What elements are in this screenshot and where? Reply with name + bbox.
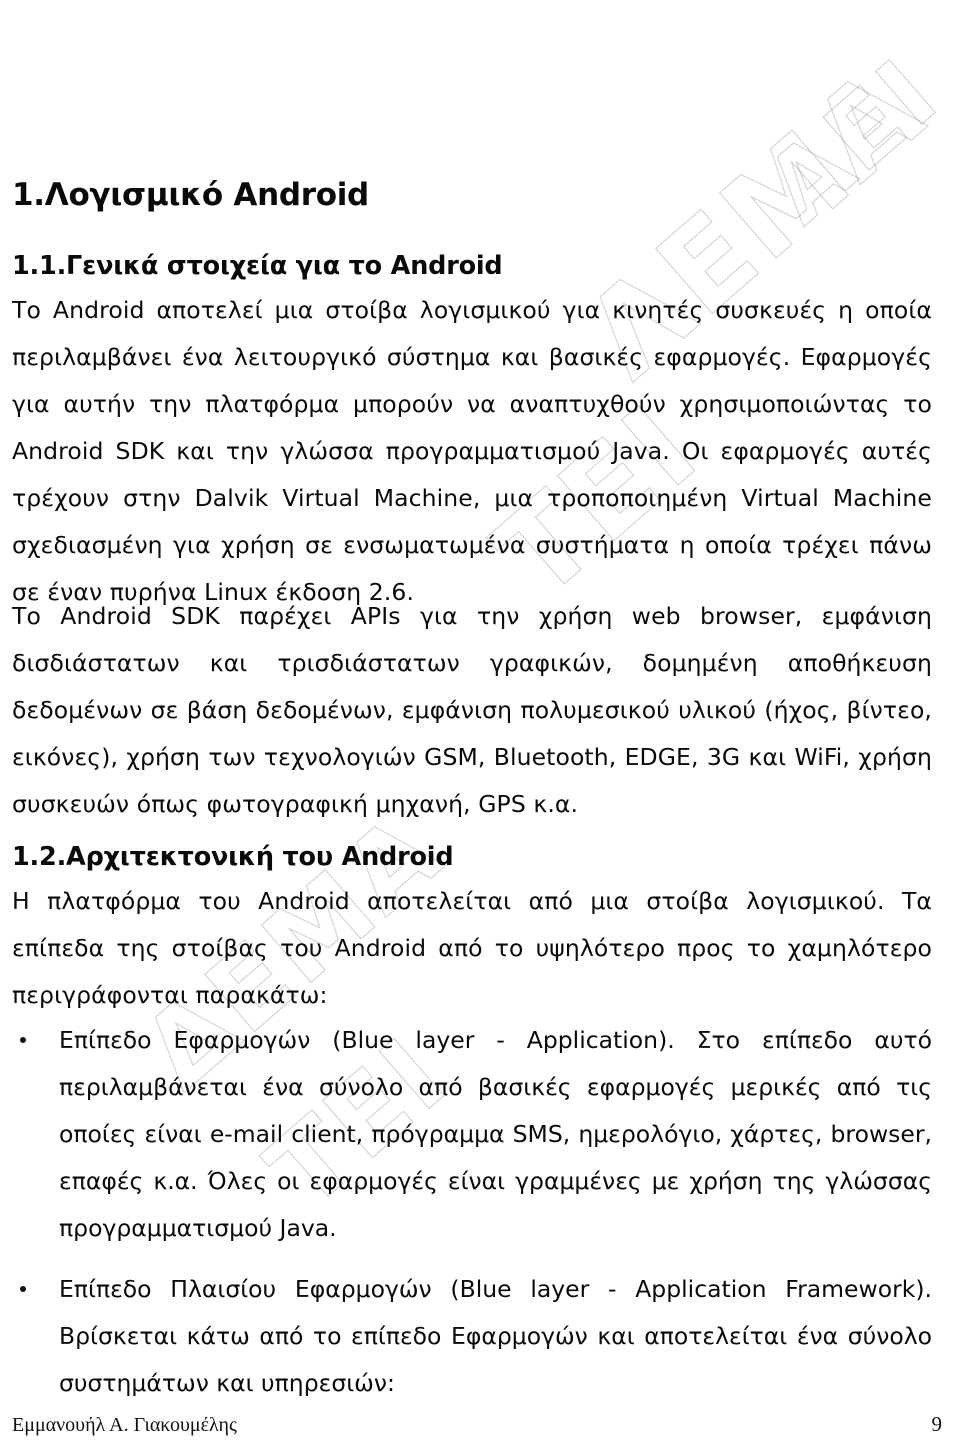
bullet-icon xyxy=(20,1037,26,1043)
section-heading-1-2: 1.2.Αρχιτεκτονική του Android xyxy=(12,842,454,872)
list-item-text: Επίπεδο Πλαισίου Εφαρμογών (Blue layer -… xyxy=(59,1275,932,1397)
footer-author: Εμμανουήλ Α. Γιακουμέλης xyxy=(12,1414,237,1436)
architecture-layer-list: Επίπεδο Εφαρμογών (Blue layer - Applicat… xyxy=(12,1017,932,1407)
paragraph-architecture-intro: Η πλατφόρμα του Android αποτελείται από … xyxy=(12,887,932,1009)
paragraph-android-sdk-apis: Το Android SDK παρέχει APIs για την χρήσ… xyxy=(12,602,932,818)
section-heading-1-1: 1.1.Γενικά στοιχεία για το Android xyxy=(12,251,503,281)
list-item: Επίπεδο Πλαισίου Εφαρμογών (Blue layer -… xyxy=(12,1266,932,1407)
page-number: 9 xyxy=(931,1412,943,1436)
paragraph-android-overview: Το Android αποτελεί μια στοίβα λογισμικο… xyxy=(12,296,932,606)
list-item-text: Επίπεδο Εφαρμογών (Blue layer - Applicat… xyxy=(59,1026,932,1242)
list-item: Επίπεδο Εφαρμογών (Blue layer - Applicat… xyxy=(12,1017,932,1252)
document-page: 1.Λογισμικό Android 1.1.Γενικά στοιχεία … xyxy=(0,0,960,1451)
bullet-icon xyxy=(20,1286,26,1292)
page-footer: Εμμανουήλ Α. Γιακουμέλης 9 xyxy=(12,1412,942,1437)
section-heading-1: 1.Λογισμικό Android xyxy=(12,177,369,213)
